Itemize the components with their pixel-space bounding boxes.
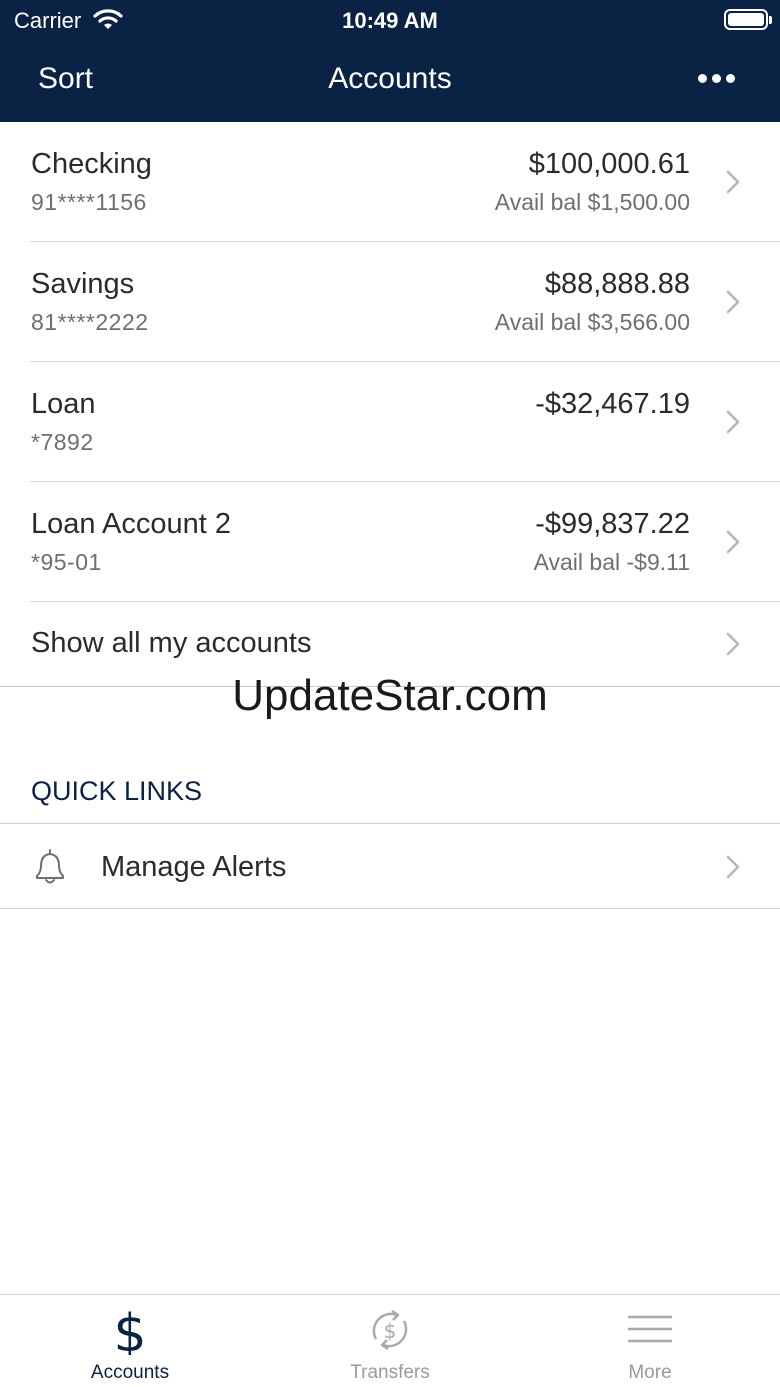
page-title: Accounts [328, 62, 452, 95]
chevron-right-icon [726, 855, 740, 879]
account-name: Loan [31, 388, 96, 420]
status-time: 10:49 AM [342, 8, 438, 33]
chevron-right-icon [726, 290, 740, 314]
account-name: Loan Account 2 [31, 508, 231, 540]
account-available-balance: Avail bal $1,500.00 [494, 189, 690, 215]
watermark-text: UpdateStar.com [232, 671, 548, 720]
account-balance: -$32,467.19 [535, 388, 690, 420]
account-name: Savings [31, 268, 135, 300]
account-number: 91****1156 [31, 189, 147, 215]
account-number: *7892 [31, 429, 94, 455]
bell-icon [36, 849, 64, 884]
manage-alerts-row[interactable]: Manage Alerts [0, 823, 780, 909]
account-number: *95-01 [31, 549, 102, 575]
account-row-checking[interactable]: Checking 91****1156 $100,000.61 Avail ba… [0, 122, 780, 242]
manage-alerts-label: Manage Alerts [101, 851, 287, 883]
accounts-list: Checking 91****1156 $100,000.61 Avail ba… [0, 122, 780, 602]
quick-links-header: QUICK LINKS [31, 776, 203, 806]
tab-accounts[interactable]: $ Accounts [0, 1295, 260, 1387]
svg-text:$: $ [384, 1319, 397, 1343]
show-all-accounts-label: Show all my accounts [31, 627, 312, 659]
account-balance: $100,000.61 [528, 148, 690, 180]
account-row-savings[interactable]: Savings 81****2222 $88,888.88 Avail bal … [0, 242, 780, 362]
transfer-icon: $ [372, 1310, 408, 1350]
tab-accounts-label: Accounts [90, 1362, 170, 1383]
account-balance: -$99,837.22 [535, 508, 690, 540]
tab-transfers-label: Transfers [350, 1362, 430, 1383]
account-name: Checking [31, 148, 152, 180]
tab-more-label: More [628, 1362, 672, 1383]
svg-text:$: $ [113, 1305, 146, 1355]
tab-transfers[interactable]: $ Transfers [260, 1295, 520, 1387]
tab-bar: $ Accounts $ Transfers More [0, 1294, 780, 1387]
account-number: 81****2222 [31, 309, 149, 335]
more-options-icon[interactable] [694, 68, 738, 92]
app-header: Carrier 10:49 AM Sort Accounts [0, 0, 780, 122]
account-row-loan-account-2[interactable]: Loan Account 2 *95-01 -$99,837.22 Avail … [0, 482, 780, 602]
account-available-balance: Avail bal -$9.11 [533, 549, 690, 575]
chevron-right-icon [726, 170, 740, 194]
account-row-loan[interactable]: Loan *7892 -$32,467.19 [0, 362, 780, 482]
menu-icon [628, 1315, 672, 1343]
nav-bar: Sort Accounts [0, 40, 780, 122]
chevron-right-icon [726, 530, 740, 554]
account-available-balance: Avail bal $3,566.00 [494, 309, 690, 335]
chevron-right-icon [726, 410, 740, 434]
account-balance: $88,888.88 [544, 268, 690, 300]
dollar-icon: $ [113, 1305, 146, 1355]
chevron-right-icon [726, 632, 740, 656]
status-bar: Carrier 10:49 AM [0, 0, 780, 40]
battery-icon [724, 9, 772, 30]
tab-more[interactable]: More [520, 1295, 780, 1387]
